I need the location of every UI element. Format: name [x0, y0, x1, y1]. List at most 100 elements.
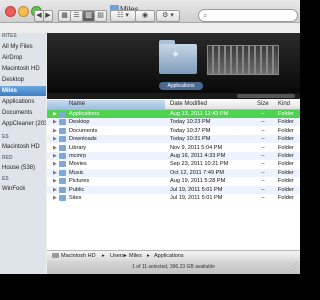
file-date: Aug 19, 2011 5:28 PM — [170, 178, 226, 185]
file-size: -- — [261, 111, 265, 117]
disclosure-triangle-icon[interactable]: ▶ — [53, 144, 57, 152]
sidebar-item[interactable]: Applications — [0, 97, 46, 107]
path-segment[interactable]: Applications — [154, 251, 184, 261]
file-size: -- — [261, 161, 265, 168]
file-kind: Folder — [278, 144, 294, 151]
search-input[interactable] — [213, 11, 293, 20]
folder-icon — [59, 178, 66, 185]
coverflow-view-button[interactable]: ▤ — [94, 10, 107, 22]
sidebar-item[interactable]: Desktop — [0, 75, 46, 85]
path-segment[interactable]: Macintosh HD — [61, 251, 96, 261]
table-row[interactable]: ▶ Movies Sep 23, 2011 10:21 PM -- Folder — [47, 160, 300, 168]
minimize-button[interactable] — [18, 6, 29, 17]
file-size: -- — [261, 144, 265, 151]
folder-icon — [59, 186, 66, 193]
table-row[interactable]: ▶ Music Oct 12, 2011 7:49 PM -- Folder — [47, 168, 300, 177]
table-row[interactable]: ▶ Library Nov 9, 2011 5:04 PM -- Folder — [47, 144, 300, 152]
column-kind[interactable]: Kind — [278, 101, 290, 107]
disclosure-triangle-icon[interactable]: ▶ — [53, 160, 57, 168]
action-button[interactable]: ⚙ ▾ — [156, 10, 180, 22]
main-pane: ✦ Applications Name Date Modified Size K… — [47, 33, 300, 274]
disclosure-triangle-icon[interactable]: ▶ — [53, 118, 57, 126]
file-name: Downloads — [69, 136, 97, 143]
file-date: Aug 13, 2011 12:43 PM — [170, 111, 229, 117]
table-row[interactable]: ▶ Documents Today 10:37 PM -- Folder — [47, 127, 300, 135]
sidebar-item-label: Macintosh HD — [2, 66, 40, 72]
file-size: -- — [261, 127, 265, 134]
table-row[interactable]: ▶ Sites Jul 19, 2011 5:01 PM -- Folder — [47, 194, 300, 202]
sidebar-item[interactable]: Miles — [0, 86, 46, 96]
file-kind: Folder — [278, 186, 294, 193]
coverflow-view[interactable]: ✦ Applications — [47, 33, 300, 99]
sidebar-item[interactable]: All My Files — [0, 42, 46, 52]
folder-icon — [59, 127, 66, 134]
coverflow-card[interactable] — [273, 45, 279, 75]
disclosure-triangle-icon[interactable]: ▶ — [53, 127, 57, 135]
table-row[interactable]: ▶ mcmrp Aug 16, 2011 4:33 PM -- Folder — [47, 152, 300, 160]
folder-icon — [59, 195, 66, 201]
sidebar-item[interactable]: Macintosh HD — [0, 64, 46, 74]
file-name: Documents — [69, 127, 98, 134]
sidebar-item[interactable]: AirDrop — [0, 53, 46, 63]
file-name: Music — [69, 169, 84, 176]
column-size[interactable]: Size — [257, 101, 269, 107]
search-field[interactable]: ⌕ — [198, 9, 298, 22]
quicklook-button[interactable]: ◉ — [135, 10, 155, 22]
disclosure-triangle-icon[interactable]: ▶ — [53, 152, 57, 160]
close-button[interactable] — [5, 6, 16, 17]
file-size: -- — [261, 178, 265, 185]
sidebar-section-header: ES — [2, 134, 9, 140]
table-row[interactable]: ▶ Pictures Aug 19, 2011 5:28 PM -- Folder — [47, 177, 300, 185]
table-row[interactable]: ▶ Desktop Today 10:23 PM -- Folder — [47, 118, 300, 127]
disclosure-triangle-icon[interactable]: ▶ — [53, 177, 57, 185]
disclosure-triangle-icon[interactable]: ▶ — [53, 110, 57, 118]
sidebar-item-label: Applications — [2, 99, 35, 105]
sidebar-item-label: AppCleaner (203) — [2, 121, 46, 127]
column-date[interactable]: Date Modified — [170, 101, 207, 107]
sidebar-item-label: All My Files — [2, 44, 33, 50]
sidebar-section-header: ES — [2, 176, 9, 182]
coverflow-scroll-knob[interactable] — [237, 94, 295, 98]
disclosure-triangle-icon[interactable]: ▶ — [53, 135, 57, 143]
table-row[interactable]: ▶ Public Jul 19, 2011 5:01 PM -- Folder — [47, 185, 300, 194]
apps-glyph-icon: ✦ — [171, 49, 181, 61]
table-row[interactable]: ▶ Downloads Today 10:31 PM -- Folder — [47, 135, 300, 144]
folder-icon — [59, 153, 66, 159]
forward-button[interactable]: ▶ — [43, 10, 53, 22]
path-segment[interactable]: Miles — [129, 251, 142, 261]
file-kind: Folder — [278, 195, 294, 201]
folder-icon — [59, 144, 66, 151]
sidebar-item[interactable]: Documents — [0, 108, 46, 118]
column-name[interactable]: Name — [69, 101, 85, 107]
file-date: Jul 19, 2011 5:01 PM — [170, 186, 223, 193]
table-row[interactable]: ▶ Applications Aug 13, 2011 12:43 PM -- Fold… — [47, 110, 300, 118]
file-name: Desktop — [69, 119, 90, 126]
file-kind: Folder — [278, 119, 294, 126]
disclosure-triangle-icon[interactable]: ▶ — [53, 194, 57, 202]
sidebar-item-label: AirDrop — [2, 55, 23, 61]
sidebar-item[interactable]: House (538) — [0, 163, 46, 173]
sidebar-item[interactable]: Macintosh HD — [0, 142, 46, 152]
path-segment[interactable]: Users — [110, 251, 124, 261]
hard-disk-icon — [52, 253, 59, 258]
file-name: Movies — [69, 161, 87, 168]
file-name: Public — [69, 186, 85, 193]
arrange-button[interactable]: ☷ ▾ — [110, 10, 136, 22]
file-kind: Folder — [278, 111, 294, 117]
title-bar: Miles ◀ ▶ ▦ ☰ ▥ ▤ ☷ ▾ ◉ ⚙ ▾ ⌕ — [0, 0, 300, 23]
sidebar-item[interactable]: WinFock — [0, 184, 46, 194]
sidebar: RITES All My Files AirDrop Macintosh HD Desk… — [0, 33, 46, 274]
folder-icon — [59, 136, 66, 143]
status-bar: 1 of 11 selected, 396.23 GB available ⋰ — [47, 261, 300, 274]
sidebar-item[interactable]: AppCleaner (203) — [0, 119, 46, 129]
file-kind: Folder — [278, 136, 294, 143]
disclosure-triangle-icon[interactable]: ▶ — [53, 186, 57, 194]
file-name: Applications — [69, 111, 100, 117]
disclosure-triangle-icon[interactable]: ▶ — [53, 169, 57, 177]
file-date: Jul 19, 2011 5:01 PM — [170, 195, 223, 201]
path-separator-icon: ▸ — [102, 253, 105, 259]
resize-grip-icon[interactable]: ⋰ — [292, 259, 298, 272]
coverflow-caption: Applications — [159, 82, 203, 90]
file-kind: Folder — [278, 127, 294, 134]
sidebar-item-label: Desktop — [2, 77, 25, 83]
